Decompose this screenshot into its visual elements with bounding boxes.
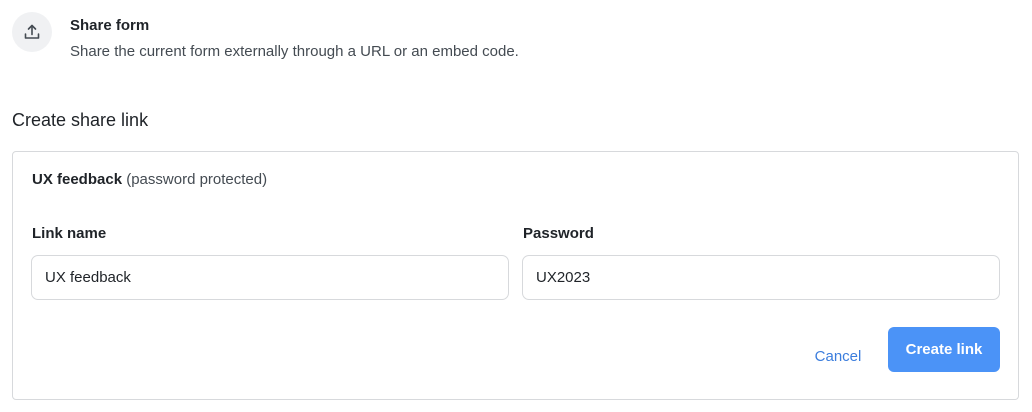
share-form-header: Share form Share the current form extern… (12, 12, 519, 61)
share-upload-icon (12, 12, 52, 52)
link-name-input[interactable] (31, 255, 509, 300)
cancel-button[interactable]: Cancel (799, 338, 877, 372)
create-link-button[interactable]: Create link (888, 327, 1000, 372)
password-label: Password (523, 225, 594, 242)
card-heading: UX feedback (password protected) (32, 171, 267, 189)
share-link-card: UX feedback (password protected) Link na… (12, 151, 1019, 400)
header-text: Share form Share the current form extern… (70, 17, 519, 61)
section-title: Create share link (12, 110, 149, 130)
header-title: Share form (70, 17, 150, 34)
link-note: (password protected) (126, 171, 268, 188)
header-description: Share the current form externally throug… (70, 43, 519, 60)
link-name-label: Link name (32, 225, 107, 242)
link-title: UX feedback (32, 171, 123, 188)
password-input[interactable] (522, 255, 1000, 300)
